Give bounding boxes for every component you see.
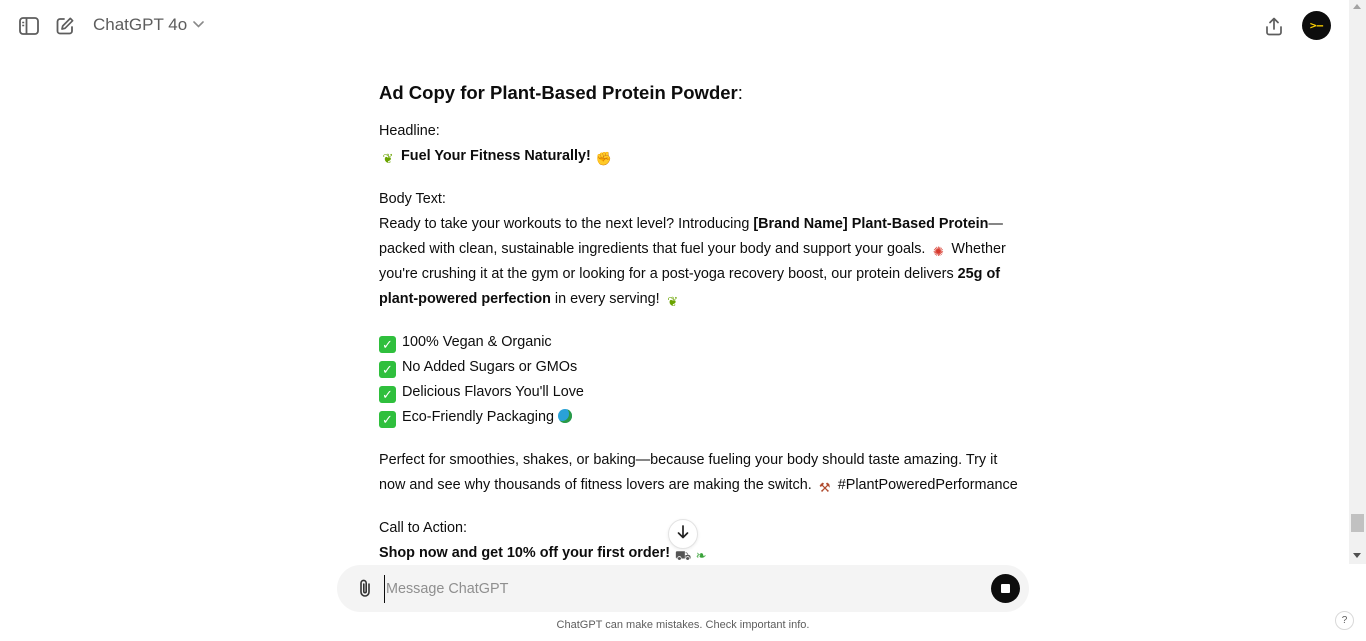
sidebar-toggle-icon[interactable] [17, 14, 41, 38]
seedling-icon: ❦ [667, 294, 679, 309]
shopping-cart-icon: ⛟ [674, 548, 692, 563]
scroll-up-arrow-icon[interactable] [1353, 4, 1361, 9]
model-name: ChatGPT 4o [93, 15, 188, 34]
avatar[interactable]: >– [1302, 11, 1331, 40]
leafy-green-icon: ❧ [695, 548, 707, 563]
list-item: ✓ No Added Sugars or GMOs [379, 355, 1019, 380]
seedling-icon: ❦ [382, 151, 394, 166]
globe-icon [557, 409, 572, 423]
message-title: Ad Copy for Plant-Based Protein Powder: [379, 82, 743, 103]
check-mark-icon: ✓ [379, 386, 396, 403]
scroll-down-button[interactable] [668, 519, 698, 549]
list-item: ✓ Delicious Flavors You'll Love [379, 380, 1019, 405]
paperclip-icon[interactable] [354, 577, 376, 599]
help-button[interactable]: ? [1335, 611, 1354, 630]
collision-icon: ✺ [932, 244, 944, 259]
new-chat-icon[interactable] [53, 14, 77, 38]
model-selector[interactable]: ChatGPT 4o [93, 15, 204, 35]
check-mark-icon: ✓ [379, 336, 396, 353]
disclaimer: ChatGPT can make mistakes. Check importa… [556, 619, 810, 631]
body-text: Ready to take your workouts to the next … [379, 216, 1006, 309]
arrow-down-icon [677, 525, 689, 543]
body-label: Body Text: [379, 191, 446, 207]
flexed-biceps-icon: ✊ [595, 151, 612, 166]
list-item: ✓ 100% Vegan & Organic [379, 330, 1019, 355]
assistant-message: Ad Copy for Plant-Based Protein Powder: … [379, 80, 1019, 566]
check-mark-icon: ✓ [379, 411, 396, 428]
stop-generating-button[interactable] [991, 574, 1020, 603]
stop-icon [1001, 584, 1010, 593]
scrollbar[interactable] [1349, 0, 1366, 564]
top-bar: ChatGPT 4o >– [0, 0, 1349, 52]
closing-text: Perfect for smoothies, shakes, or baking… [379, 452, 1018, 495]
feature-list: ✓ 100% Vegan & Organic ✓ No Added Sugars o… [379, 330, 1019, 430]
weight-lifting-icon: ⚒ [818, 480, 831, 495]
list-item: ✓ Eco-Friendly Packaging [379, 405, 1019, 430]
message-input[interactable] [384, 575, 978, 603]
share-icon[interactable] [1262, 14, 1286, 38]
chevron-down-icon [193, 20, 204, 31]
check-mark-icon: ✓ [379, 361, 396, 378]
message-composer [337, 565, 1029, 612]
cta-label: Call to Action: [379, 520, 467, 536]
cta-text: Shop now and get 10% off your first orde… [379, 541, 1019, 566]
headline-text: ❦ Fuel Your Fitness Naturally! ✊ [379, 144, 1019, 169]
headline-label: Headline: [379, 123, 440, 139]
scroll-down-arrow-icon[interactable] [1353, 553, 1361, 558]
scrollbar-thumb[interactable] [1351, 514, 1364, 532]
